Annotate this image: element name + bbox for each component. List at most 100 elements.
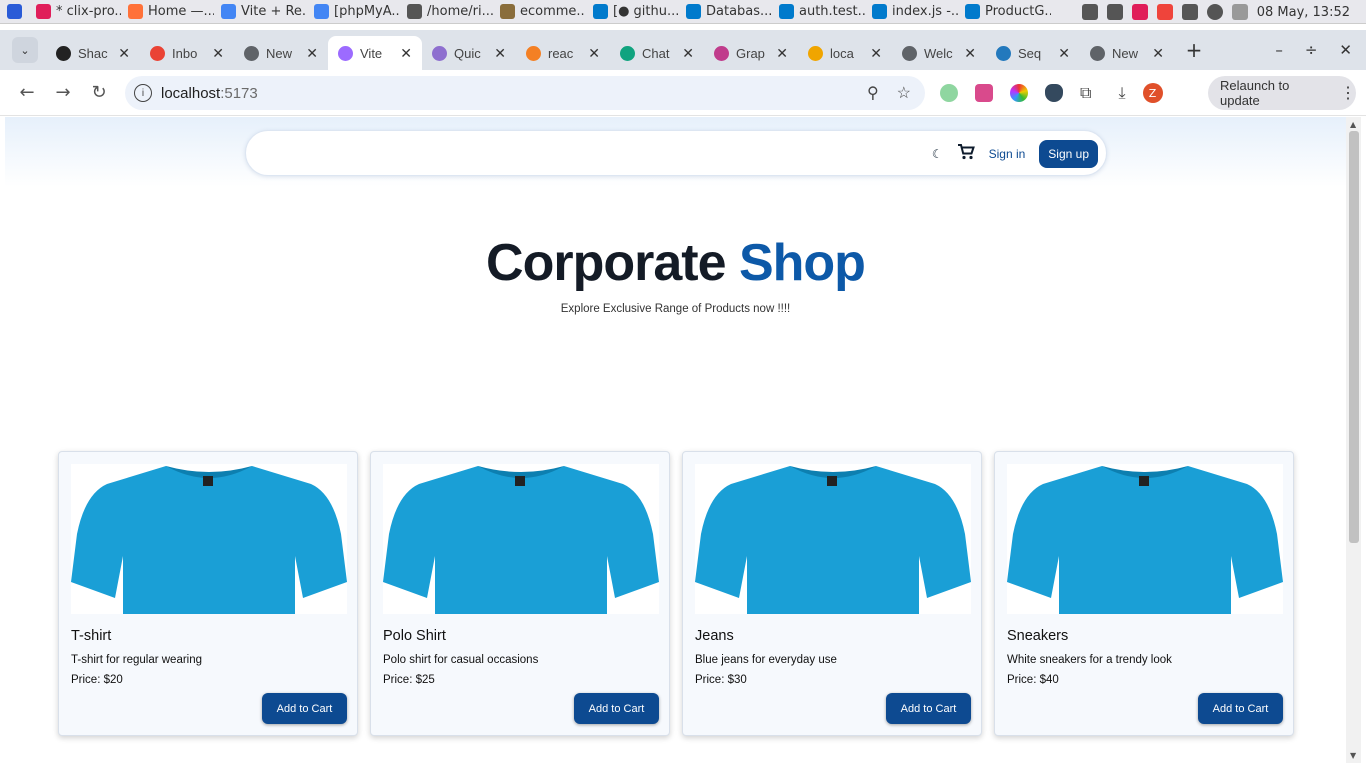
add-to-cart-button[interactable]: Add to Cart [574,693,659,724]
tshirt-image [1007,466,1283,614]
color-picker-icon[interactable] [1010,84,1028,102]
tab-close-icon[interactable]: ✕ [588,45,600,62]
tab-label: Quic [454,45,481,61]
browser-tab[interactable]: Seq ✕ [986,36,1080,70]
taskbar-window-item[interactable]: ecomme... [493,0,586,24]
browser-tab[interactable]: Grap ✕ [704,36,798,70]
browser-tab[interactable]: New ✕ [1080,36,1174,70]
hero-title-main: Corporate [486,234,726,292]
tab-label: Vite [360,45,383,61]
power-icon[interactable] [1206,4,1223,20]
tab-close-icon[interactable]: ✕ [400,45,412,62]
browser-tab[interactable]: Quic ✕ [422,36,516,70]
browser-tab[interactable]: Chat ✕ [610,36,704,70]
volume-icon[interactable] [1231,4,1248,20]
kebab-menu-icon[interactable]: ⋮ [1340,83,1356,103]
tab-close-icon[interactable]: ✕ [682,45,694,62]
url-port: :5173 [220,84,258,102]
address-bar[interactable]: i localhost:5173 ⚲ ☆ [125,76,925,110]
page-scrollbar[interactable]: ▲ ▼ [1346,117,1361,763]
network-icon[interactable] [1106,4,1123,20]
sign-up-button[interactable]: Sign up [1039,140,1098,168]
anydesk-icon[interactable] [1156,4,1173,20]
github-icon [56,45,71,61]
hero-subtitle: Explore Exclusive Range of Products now … [560,303,791,315]
tab-close-icon[interactable]: ✕ [1058,45,1070,62]
back-arrow-icon[interactable]: ← [9,75,45,111]
tab-close-icon[interactable]: ✕ [306,45,318,62]
taskbar-window-label: ProductG... [985,4,1051,19]
relaunch-label: Relaunch to update [1220,78,1290,108]
desktop-taskbar: * clix-pro... Home —... Vite + Re... [phpMy… [0,0,1366,24]
add-to-cart-button[interactable]: Add to Cart [886,693,971,724]
tab-close-icon[interactable]: ✕ [1152,45,1164,62]
tab-close-icon[interactable]: ✕ [870,45,882,62]
chatgpt-icon [620,45,635,61]
taskbar-window-label: /home/ri... [427,4,493,19]
browser-tab[interactable]: loca ✕ [798,36,892,70]
theme-toggle-moon-icon[interactable]: ☾ [932,147,943,161]
add-to-cart-button[interactable]: Add to Cart [262,693,347,724]
tab-label: Seq [1018,45,1042,61]
extension-flag-icon[interactable] [975,84,993,102]
tab-close-icon[interactable]: ✕ [776,45,788,62]
download-icon[interactable]: ⤓ [1118,83,1125,103]
product-card: Sneakers White sneakers for a trendy loo… [994,451,1294,736]
sign-in-link[interactable]: Sign in [989,147,1026,161]
firefox-icon [128,4,143,19]
reload-icon[interactable]: ↻ [81,75,117,111]
tab-close-icon[interactable]: ✕ [494,45,506,62]
browser-tab[interactable]: Vite ✕ [328,36,422,70]
start-menu-icon[interactable] [0,0,29,24]
taskbar-window-item[interactable]: auth.test... [772,0,865,24]
close-window-icon[interactable]: ✕ [1339,41,1352,59]
tab-search-icon[interactable]: ⌄ [12,37,38,63]
taskbar-window-item[interactable]: Home —... [121,0,214,24]
tab-close-icon[interactable]: ✕ [118,45,130,62]
tab-label: Inbo [172,45,198,61]
clock[interactable]: 08 May, 13:52 [1257,5,1350,20]
product-description: White sneakers for a trendy look [1007,654,1172,666]
notification-bell-icon[interactable] [1181,4,1198,20]
notes-icon[interactable] [1081,4,1098,20]
browser-tab[interactable]: Inbo ✕ [140,36,234,70]
browser-tab[interactable]: Shac ✕ [46,36,140,70]
minimize-icon[interactable]: – [1275,41,1283,59]
taskbar-window-item[interactable]: index.js -... [865,0,958,24]
product-card: Polo Shirt Polo shirt for casual occasio… [370,451,670,736]
browser-tab[interactable]: New ✕ [234,36,328,70]
puzzle-extensions-icon[interactable]: ⧉ [1080,83,1091,103]
taskbar-window-item[interactable]: [phpMyA... [307,0,400,24]
site-info-icon[interactable]: i [134,84,152,102]
restore-icon[interactable]: ÷ [1305,41,1318,59]
shield-icon[interactable] [1045,84,1063,102]
forward-arrow-icon[interactable]: → [45,75,81,111]
profile-avatar[interactable]: Z [1142,83,1163,103]
scrollbar-thumb[interactable] [1349,131,1359,543]
extension-green-icon[interactable] [940,84,958,102]
tab-close-icon[interactable]: ✕ [212,45,224,62]
tab-label: Welc [924,45,953,61]
tab-label: Grap [736,45,765,61]
taskbar-window-item[interactable]: Vite + Re... [214,0,307,24]
add-to-cart-button[interactable]: Add to Cart [1198,693,1283,724]
browser-tab[interactable]: reac ✕ [516,36,610,70]
relaunch-button[interactable]: Relaunch to update ⋮ [1208,76,1356,110]
zoom-icon[interactable]: ⚲ [867,83,879,103]
scroll-up-icon[interactable]: ▲ [1350,120,1356,129]
taskbar-window-item[interactable]: ProductG... [958,0,1051,24]
taskbar-window-item[interactable]: * clix-pro... [29,0,121,24]
taskbar-window-item[interactable]: /home/ri... [400,0,493,24]
hero-title-accent: Shop [738,234,866,292]
vscode-icon [593,4,608,19]
browser-tab[interactable]: Welc ✕ [892,36,986,70]
bookmark-star-icon[interactable]: ☆ [897,83,911,103]
taskbar-window-item[interactable]: Databas... [679,0,772,24]
taskbar-window-label: Home —... [148,4,214,19]
new-tab-button[interactable]: + [1180,36,1208,64]
slack-tray-icon[interactable] [1131,4,1148,20]
tab-close-icon[interactable]: ✕ [964,45,976,62]
taskbar-window-item[interactable]: [● githu... [586,0,679,24]
scroll-down-icon[interactable]: ▼ [1350,751,1356,760]
cart-icon[interactable] [957,143,975,165]
